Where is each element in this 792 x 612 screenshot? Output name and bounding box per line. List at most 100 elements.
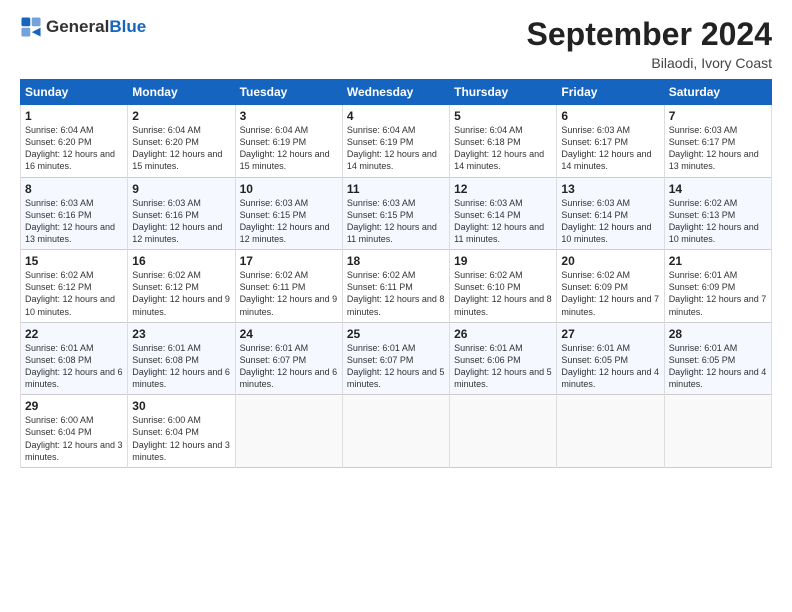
day-info: Sunrise: 6:01 AMSunset: 6:08 PMDaylight:… [132,342,230,391]
day-number: 26 [454,327,552,341]
logo-general: General [46,17,109,36]
day-number: 15 [25,254,123,268]
day-info: Sunrise: 6:03 AMSunset: 6:17 PMDaylight:… [561,124,659,173]
day-number: 21 [669,254,767,268]
table-row: 2Sunrise: 6:04 AMSunset: 6:20 PMDaylight… [128,105,235,178]
day-number: 29 [25,399,123,413]
table-row [450,395,557,468]
day-number: 3 [240,109,338,123]
calendar-week-2: 8Sunrise: 6:03 AMSunset: 6:16 PMDaylight… [21,177,772,250]
day-info: Sunrise: 6:02 AMSunset: 6:12 PMDaylight:… [132,269,230,318]
table-row: 19Sunrise: 6:02 AMSunset: 6:10 PMDayligh… [450,250,557,323]
day-number: 6 [561,109,659,123]
table-row: 5Sunrise: 6:04 AMSunset: 6:18 PMDaylight… [450,105,557,178]
day-info: Sunrise: 6:01 AMSunset: 6:08 PMDaylight:… [25,342,123,391]
logo-blue: Blue [109,17,146,36]
table-row: 1Sunrise: 6:04 AMSunset: 6:20 PMDaylight… [21,105,128,178]
header: GeneralBlue September 2024 Bilaodi, Ivor… [20,16,772,71]
day-number: 24 [240,327,338,341]
table-row: 9Sunrise: 6:03 AMSunset: 6:16 PMDaylight… [128,177,235,250]
table-row: 12Sunrise: 6:03 AMSunset: 6:14 PMDayligh… [450,177,557,250]
day-info: Sunrise: 6:04 AMSunset: 6:19 PMDaylight:… [240,124,338,173]
day-number: 1 [25,109,123,123]
table-row: 10Sunrise: 6:03 AMSunset: 6:15 PMDayligh… [235,177,342,250]
title-block: September 2024 Bilaodi, Ivory Coast [527,16,772,71]
day-number: 23 [132,327,230,341]
logo-text: GeneralBlue [46,17,146,37]
month-title: September 2024 [527,16,772,53]
table-row: 17Sunrise: 6:02 AMSunset: 6:11 PMDayligh… [235,250,342,323]
day-info: Sunrise: 6:01 AMSunset: 6:09 PMDaylight:… [669,269,767,318]
table-row: 24Sunrise: 6:01 AMSunset: 6:07 PMDayligh… [235,322,342,395]
day-info: Sunrise: 6:01 AMSunset: 6:07 PMDaylight:… [240,342,338,391]
day-number: 7 [669,109,767,123]
table-row: 15Sunrise: 6:02 AMSunset: 6:12 PMDayligh… [21,250,128,323]
table-row: 4Sunrise: 6:04 AMSunset: 6:19 PMDaylight… [342,105,449,178]
table-row: 23Sunrise: 6:01 AMSunset: 6:08 PMDayligh… [128,322,235,395]
page: GeneralBlue September 2024 Bilaodi, Ivor… [0,0,792,612]
general-blue-icon [20,16,42,38]
table-row: 28Sunrise: 6:01 AMSunset: 6:05 PMDayligh… [664,322,771,395]
day-info: Sunrise: 6:01 AMSunset: 6:05 PMDaylight:… [669,342,767,391]
day-number: 20 [561,254,659,268]
table-row: 11Sunrise: 6:03 AMSunset: 6:15 PMDayligh… [342,177,449,250]
day-info: Sunrise: 6:02 AMSunset: 6:11 PMDaylight:… [240,269,338,318]
day-info: Sunrise: 6:03 AMSunset: 6:16 PMDaylight:… [25,197,123,246]
day-info: Sunrise: 6:03 AMSunset: 6:14 PMDaylight:… [454,197,552,246]
day-info: Sunrise: 6:02 AMSunset: 6:11 PMDaylight:… [347,269,445,318]
table-row [235,395,342,468]
day-number: 9 [132,182,230,196]
day-info: Sunrise: 6:01 AMSunset: 6:07 PMDaylight:… [347,342,445,391]
day-info: Sunrise: 6:01 AMSunset: 6:05 PMDaylight:… [561,342,659,391]
day-info: Sunrise: 6:01 AMSunset: 6:06 PMDaylight:… [454,342,552,391]
day-info: Sunrise: 6:02 AMSunset: 6:12 PMDaylight:… [25,269,123,318]
days-header-row: Sunday Monday Tuesday Wednesday Thursday… [21,80,772,105]
day-info: Sunrise: 6:04 AMSunset: 6:18 PMDaylight:… [454,124,552,173]
day-info: Sunrise: 6:00 AMSunset: 6:04 PMDaylight:… [25,414,123,463]
table-row [557,395,664,468]
calendar-week-5: 29Sunrise: 6:00 AMSunset: 6:04 PMDayligh… [21,395,772,468]
table-row: 20Sunrise: 6:02 AMSunset: 6:09 PMDayligh… [557,250,664,323]
day-number: 27 [561,327,659,341]
day-number: 17 [240,254,338,268]
day-info: Sunrise: 6:03 AMSunset: 6:15 PMDaylight:… [240,197,338,246]
day-info: Sunrise: 6:04 AMSunset: 6:20 PMDaylight:… [132,124,230,173]
table-row: 16Sunrise: 6:02 AMSunset: 6:12 PMDayligh… [128,250,235,323]
table-row: 30Sunrise: 6:00 AMSunset: 6:04 PMDayligh… [128,395,235,468]
header-saturday: Saturday [664,80,771,105]
header-thursday: Thursday [450,80,557,105]
table-row: 26Sunrise: 6:01 AMSunset: 6:06 PMDayligh… [450,322,557,395]
table-row: 13Sunrise: 6:03 AMSunset: 6:14 PMDayligh… [557,177,664,250]
day-info: Sunrise: 6:04 AMSunset: 6:19 PMDaylight:… [347,124,445,173]
day-info: Sunrise: 6:03 AMSunset: 6:14 PMDaylight:… [561,197,659,246]
day-number: 16 [132,254,230,268]
day-info: Sunrise: 6:04 AMSunset: 6:20 PMDaylight:… [25,124,123,173]
day-info: Sunrise: 6:03 AMSunset: 6:16 PMDaylight:… [132,197,230,246]
day-info: Sunrise: 6:02 AMSunset: 6:10 PMDaylight:… [454,269,552,318]
table-row: 29Sunrise: 6:00 AMSunset: 6:04 PMDayligh… [21,395,128,468]
day-number: 22 [25,327,123,341]
calendar-week-1: 1Sunrise: 6:04 AMSunset: 6:20 PMDaylight… [21,105,772,178]
day-info: Sunrise: 6:02 AMSunset: 6:13 PMDaylight:… [669,197,767,246]
location-title: Bilaodi, Ivory Coast [527,55,772,71]
table-row: 21Sunrise: 6:01 AMSunset: 6:09 PMDayligh… [664,250,771,323]
day-number: 14 [669,182,767,196]
day-number: 28 [669,327,767,341]
header-sunday: Sunday [21,80,128,105]
table-row [664,395,771,468]
day-number: 2 [132,109,230,123]
day-info: Sunrise: 6:03 AMSunset: 6:17 PMDaylight:… [669,124,767,173]
table-row: 3Sunrise: 6:04 AMSunset: 6:19 PMDaylight… [235,105,342,178]
table-row: 22Sunrise: 6:01 AMSunset: 6:08 PMDayligh… [21,322,128,395]
day-number: 19 [454,254,552,268]
logo: GeneralBlue [20,16,146,38]
table-row: 6Sunrise: 6:03 AMSunset: 6:17 PMDaylight… [557,105,664,178]
day-info: Sunrise: 6:02 AMSunset: 6:09 PMDaylight:… [561,269,659,318]
day-info: Sunrise: 6:03 AMSunset: 6:15 PMDaylight:… [347,197,445,246]
table-row: 25Sunrise: 6:01 AMSunset: 6:07 PMDayligh… [342,322,449,395]
table-row: 8Sunrise: 6:03 AMSunset: 6:16 PMDaylight… [21,177,128,250]
header-tuesday: Tuesday [235,80,342,105]
day-number: 25 [347,327,445,341]
day-number: 13 [561,182,659,196]
day-number: 12 [454,182,552,196]
